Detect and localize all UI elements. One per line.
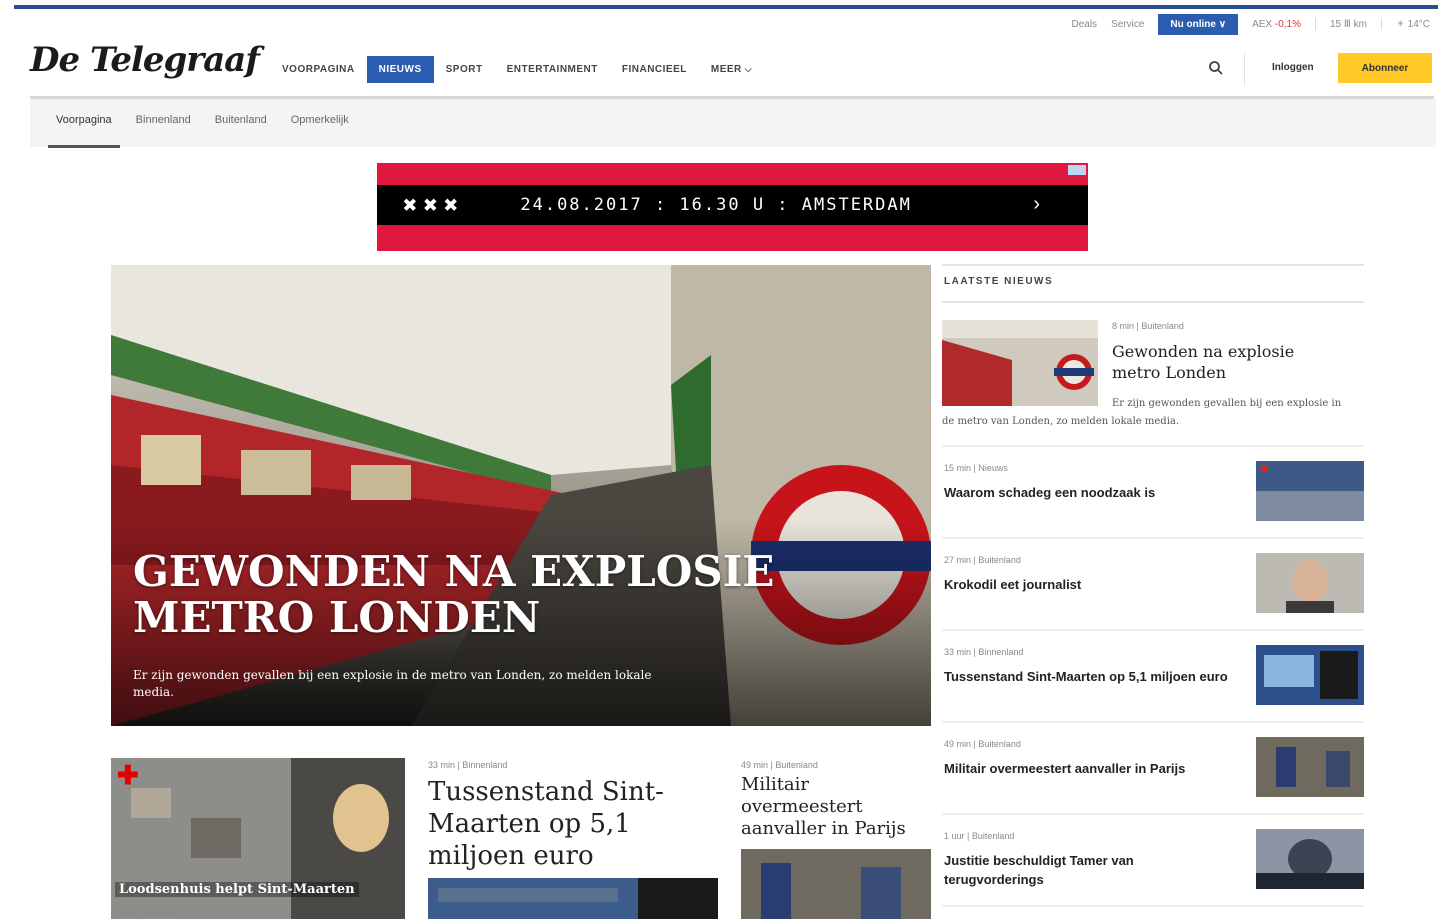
list-item-image (1256, 461, 1364, 521)
list-item-thumbnail[interactable] (1256, 553, 1364, 613)
list-item-title[interactable]: Militair overmeestert aanvaller in Parij… (944, 759, 1234, 778)
list-item-image (1256, 553, 1364, 613)
article-card[interactable]: 33 min | Binnenland Tussenstand Sint-Maa… (428, 758, 720, 919)
chevron-down-icon: ⌵ (744, 64, 753, 74)
divider (1244, 52, 1245, 86)
list-item[interactable]: 27 min | Buitenland Krokodil eet journal… (942, 539, 1364, 631)
service-link[interactable]: Service (1111, 19, 1144, 30)
nav-item-entertainment[interactable]: ENTERTAINMENT (495, 56, 610, 83)
aex-label: AEX (1252, 18, 1273, 30)
list-item-thumbnail[interactable] (1256, 737, 1364, 797)
list-item[interactable]: 1 uur | Buitenland Justitie beschuldigt … (942, 815, 1364, 907)
latest-news: LAATSTE NIEUWS 8 min | Buitenland Gewond… (942, 264, 1364, 907)
subscribe-button[interactable]: Abonneer (1338, 53, 1432, 83)
search-icon[interactable] (1208, 60, 1224, 76)
hero-lead: Er zijn gewonden gevallen bij een explos… (133, 668, 652, 699)
latest-top-thumbnail[interactable] (942, 320, 1098, 406)
subnav-item-binnenland[interactable]: Binnenland (124, 114, 203, 148)
list-item-image (1256, 829, 1364, 889)
site-logo[interactable]: De Telegraaf (30, 40, 260, 80)
nav-item-meer-label: MEER (710, 64, 742, 75)
hero-title-line2: METRO LONDEN (133, 593, 541, 642)
article-card-meta: 33 min | Binnenland (428, 760, 508, 770)
list-item[interactable]: 33 min | Binnenland Tussenstand Sint-Maa… (942, 631, 1364, 723)
top-accent-bar (14, 5, 1438, 9)
nav-item-sport[interactable]: SPORT (434, 56, 495, 83)
list-item-thumbnail[interactable] (1256, 461, 1364, 521)
latest-top-meta: 8 min | Buitenland (1112, 321, 1184, 331)
list-item-thumbnail[interactable] (1256, 645, 1364, 705)
article-card-thumbnail[interactable] (741, 849, 931, 919)
temperature[interactable]: ☀ 14°C (1396, 19, 1430, 30)
ad-text: 24.08.2017 : 16.30 U : AMSTERDAM (520, 195, 912, 215)
article-card-thumbnail[interactable] (428, 878, 718, 919)
article-card-title[interactable]: Militair overmeestert aanvaller in Parij… (741, 774, 931, 840)
latest-top-summary: Er zijn gewonden gevallen bij een explos… (942, 398, 1342, 427)
list-item[interactable]: 15 min | Nieuws Waarom schadeg een noodz… (942, 447, 1364, 539)
sub-nav: Voorpagina Binnenland Buitenland Opmerke… (44, 114, 361, 148)
latest-top-title[interactable]: Gewonden na explosie metro Londen (1112, 341, 1342, 383)
list-item-title[interactable]: Krokodil eet journalist (944, 575, 1234, 594)
hero-title[interactable]: GEWONDEN NA EXPLOSIE METRO LONDEN (133, 549, 774, 641)
adchoices-icon[interactable] (1068, 165, 1086, 175)
hero-article[interactable]: GEWONDEN NA EXPLOSIE METRO LONDEN Er zij… (111, 265, 931, 726)
list-item-meta: 27 min | Buitenland (944, 555, 1021, 565)
sun-icon: ☀ (1395, 18, 1405, 30)
latest-news-header: LAATSTE NIEUWS (942, 264, 1364, 303)
aex-ticker[interactable]: AEX -0,1% (1252, 19, 1301, 30)
list-item-title[interactable]: Waarom schadeg een noodzaak is (944, 483, 1234, 502)
list-item-title[interactable]: Tussenstand Sint-Maarten op 5,1 miljoen … (944, 667, 1234, 686)
list-item-image (1256, 737, 1364, 797)
article-card-label: Loodsenhuis helpt Sint-Maarten (115, 882, 359, 897)
subnav-item-buitenland[interactable]: Buitenland (203, 114, 279, 148)
deals-link[interactable]: Deals (1071, 19, 1097, 30)
list-item-meta: 15 min | Nieuws (944, 463, 1008, 473)
utility-bar: Deals Service Nu online ∨ AEX -0,1% 15 Ⅲ… (1071, 12, 1430, 36)
hero-image (111, 265, 931, 726)
temperature-value: 14°C (1407, 18, 1430, 30)
article-card-image (428, 878, 718, 919)
article-card-meta: 1 uur | Nieuws (115, 908, 173, 918)
red-cross-icon: ✚ (117, 760, 139, 790)
list-item-meta: 49 min | Buitenland (944, 739, 1021, 749)
nav-item-voorpagina[interactable]: VOORPAGINA (270, 56, 367, 83)
advertisement-banner[interactable]: ✖✖✖ 24.08.2017 : 16.30 U : AMSTERDAM › (377, 163, 1088, 251)
list-item-image (1256, 645, 1364, 705)
article-card[interactable]: 49 min | Buitenland Militair overmeester… (741, 758, 931, 919)
weather-info[interactable]: 15 Ⅲ km (1330, 19, 1367, 30)
list-item-meta: 1 uur | Buitenland (944, 831, 1015, 841)
divider (1315, 18, 1316, 30)
list-item[interactable]: 49 min | Buitenland Militair overmeester… (942, 723, 1364, 815)
login-link[interactable]: Inloggen (1272, 62, 1314, 73)
ad-band: ✖✖✖ 24.08.2017 : 16.30 U : AMSTERDAM › (377, 185, 1088, 225)
latest-top-item[interactable]: 8 min | Buitenland Gewonden na explosie … (942, 303, 1364, 447)
article-card-meta: 49 min | Buitenland (741, 760, 818, 770)
article-card-title[interactable]: Tussenstand Sint-Maarten op 5,1 miljoen … (428, 776, 720, 872)
nav-item-nieuws[interactable]: NIEUWS (366, 56, 434, 83)
chevron-right-icon: › (1033, 193, 1040, 215)
latest-top-image (942, 320, 1098, 406)
main-nav: VOORPAGINA NIEUWS SPORT ENTERTAINMENT FI… (270, 56, 764, 83)
divider (1380, 18, 1382, 30)
list-item-thumbnail[interactable] (1256, 829, 1364, 889)
article-card-image (741, 849, 931, 919)
article-card[interactable]: ✚ Loodsenhuis helpt Sint-Maarten 1 uur |… (111, 758, 405, 919)
nav-item-meer[interactable]: MEER ⌵ (699, 56, 764, 83)
ad-symbol: ✖✖✖ (403, 191, 465, 219)
nav-item-financieel[interactable]: FINANCIEEL (610, 56, 699, 83)
live-button[interactable]: Nu online ∨ (1158, 13, 1239, 35)
list-item-meta: 33 min | Binnenland (944, 647, 1024, 657)
aex-change: -0,1% (1274, 18, 1301, 30)
list-item-title[interactable]: Justitie beschuldigt Tamer van terugvord… (944, 851, 1234, 889)
subnav-item-opmerkelijk[interactable]: Opmerkelijk (279, 114, 361, 148)
subnav-item-voorpagina[interactable]: Voorpagina (44, 114, 124, 148)
hero-title-line1: GEWONDEN NA EXPLOSIE (133, 547, 775, 596)
